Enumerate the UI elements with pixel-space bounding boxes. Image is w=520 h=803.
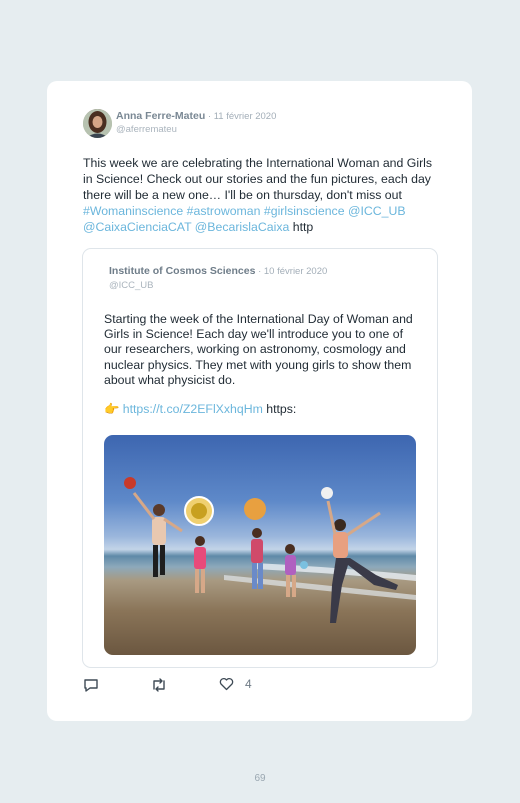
- quoted-tweet[interactable]: Institute of Cosmos Sciences · 10 févrie…: [82, 248, 438, 668]
- like-count: 4: [245, 677, 252, 691]
- quoted-author-name[interactable]: Institute of Cosmos Sciences: [109, 265, 255, 277]
- tweet-date[interactable]: · 11 février 2020: [205, 111, 277, 122]
- tweet-hashtags[interactable]: #Womaninscience #astrowoman #girlsinscie…: [83, 204, 406, 234]
- tweet-actions: 4: [83, 677, 423, 697]
- quoted-link-trailing: https:: [262, 402, 297, 416]
- pointing-hand-icon: 👉: [104, 402, 120, 416]
- reply-icon: [84, 679, 98, 692]
- tweet-photo[interactable]: [104, 435, 416, 655]
- reply-button[interactable]: [83, 677, 99, 693]
- author-name[interactable]: Anna Ferre-Mateu: [116, 110, 205, 122]
- quoted-author-handle[interactable]: @ICC_UB: [109, 280, 154, 291]
- quoted-link-line: 👉 https://t.co/Z2EFlXxhqHm https:: [104, 402, 296, 417]
- quoted-author-line: Institute of Cosmos Sciences · 10 févrie…: [109, 265, 327, 277]
- tweet-body: This week we are celebrating the Interna…: [83, 156, 433, 202]
- quoted-tweet-date[interactable]: · 10 février 2020: [255, 266, 327, 277]
- heart-icon: [219, 677, 234, 691]
- quoted-tweet-text: Starting the week of the International D…: [104, 312, 413, 387]
- author-line: Anna Ferre-Mateu · 11 février 2020: [116, 110, 276, 122]
- avatar[interactable]: [83, 109, 112, 138]
- like-button[interactable]: 4: [219, 677, 252, 691]
- tweet-card: Anna Ferre-Mateu · 11 février 2020 @afer…: [47, 81, 472, 721]
- tweet-trailing-text: http: [289, 220, 314, 234]
- retweet-button[interactable]: [150, 677, 168, 693]
- tweet-text: This week we are celebrating the Interna…: [83, 155, 438, 235]
- author-handle[interactable]: @aferremateu: [116, 124, 177, 135]
- page-number: 69: [254, 773, 266, 784]
- retweet-icon: [153, 678, 165, 692]
- quoted-link[interactable]: https://t.co/Z2EFlXxhqHm: [123, 402, 263, 416]
